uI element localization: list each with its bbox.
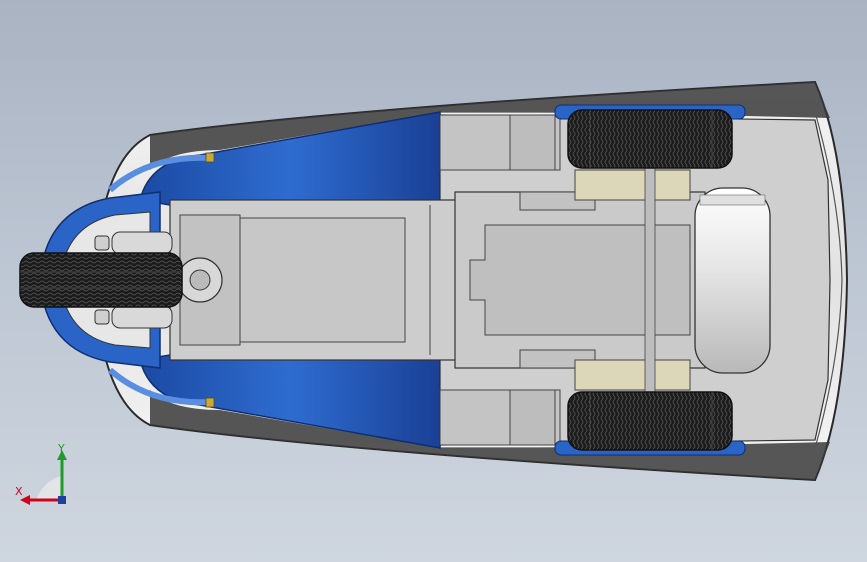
triad-z-origin	[58, 496, 66, 504]
triad-y-label: Y	[58, 442, 65, 455]
triad-x-label: X	[15, 485, 23, 498]
graphics-viewport[interactable]: Y X	[0, 0, 867, 562]
rear-tire-bottom	[554, 391, 746, 456]
vehicle-model[interactable]	[0, 0, 867, 562]
rear-tire-top	[554, 104, 746, 169]
fuel-tank	[694, 187, 771, 374]
front-tire	[19, 252, 183, 308]
